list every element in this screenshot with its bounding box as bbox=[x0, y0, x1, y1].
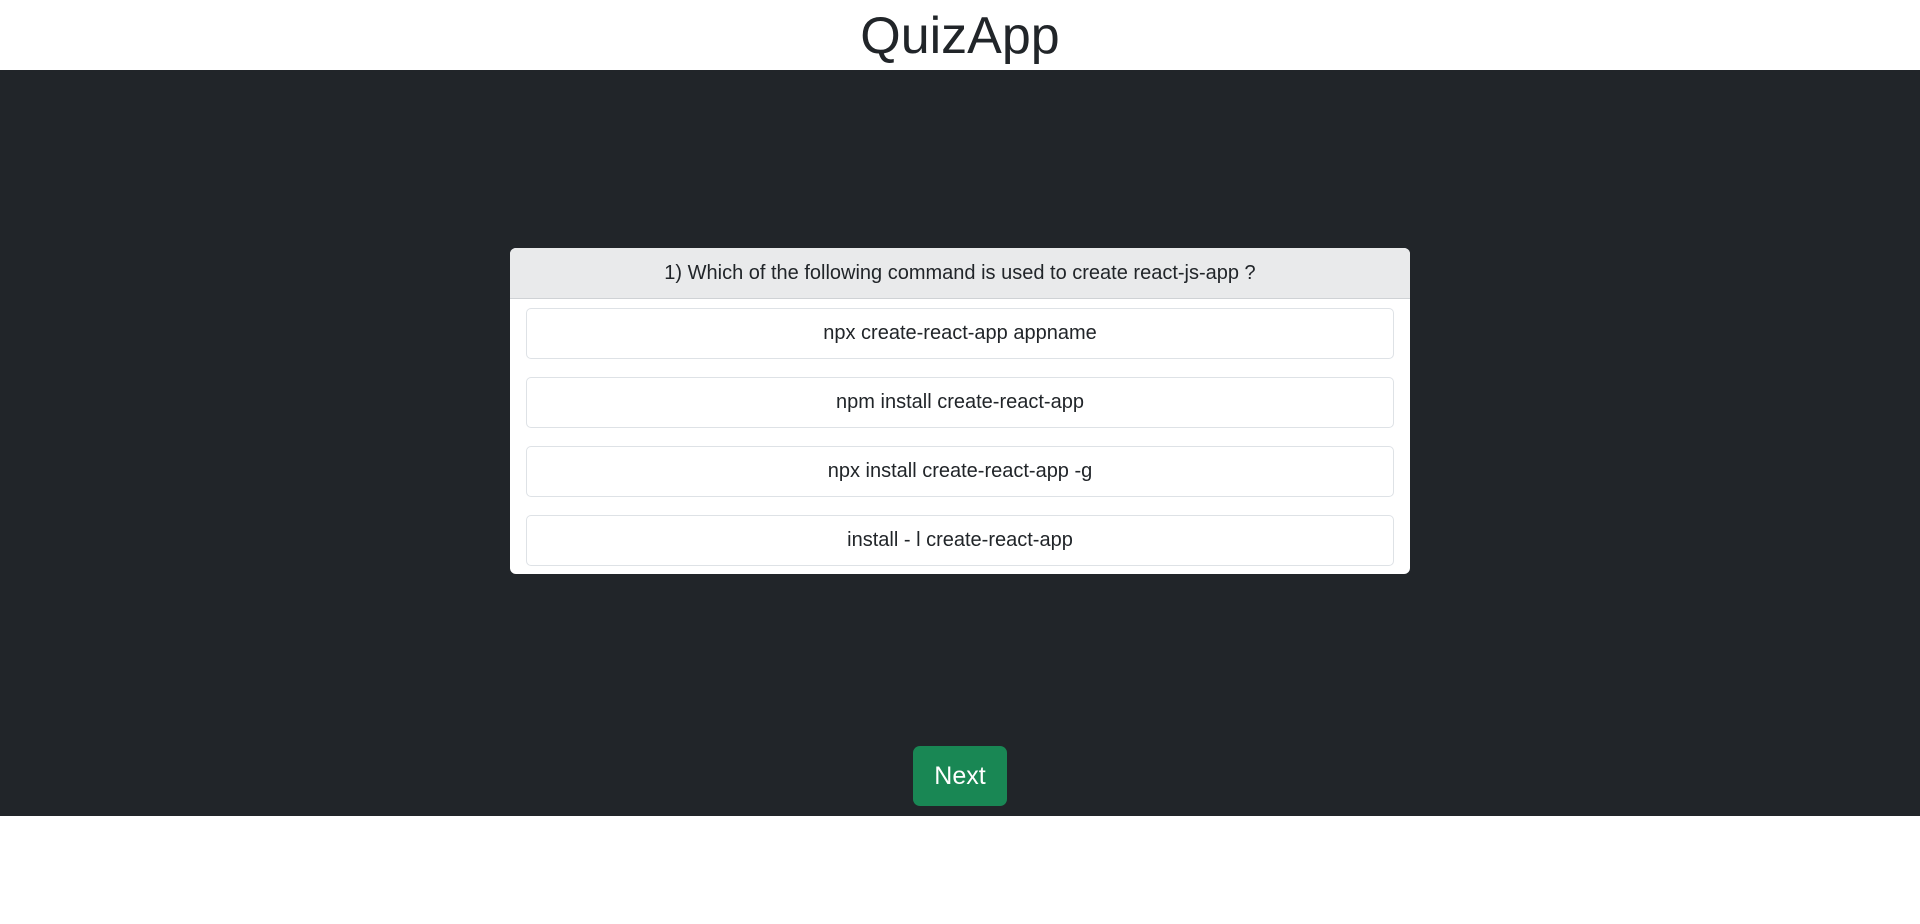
question-text: 1) Which of the following command is use… bbox=[510, 248, 1410, 299]
option-1[interactable]: npx create-react-app appname bbox=[526, 308, 1394, 359]
option-2[interactable]: npm install create-react-app bbox=[526, 377, 1394, 428]
app-header: QuizApp bbox=[0, 0, 1920, 70]
option-4[interactable]: install - l create-react-app bbox=[526, 515, 1394, 566]
question-card: 1) Which of the following command is use… bbox=[510, 248, 1410, 574]
quiz-stage: 1) Which of the following command is use… bbox=[0, 70, 1920, 816]
app-title: QuizApp bbox=[860, 7, 1060, 65]
options-list: npx create-react-app appname npm install… bbox=[510, 299, 1410, 574]
next-button[interactable]: Next bbox=[913, 746, 1007, 806]
page-footer-space bbox=[0, 816, 1920, 924]
option-3[interactable]: npx install create-react-app -g bbox=[526, 446, 1394, 497]
